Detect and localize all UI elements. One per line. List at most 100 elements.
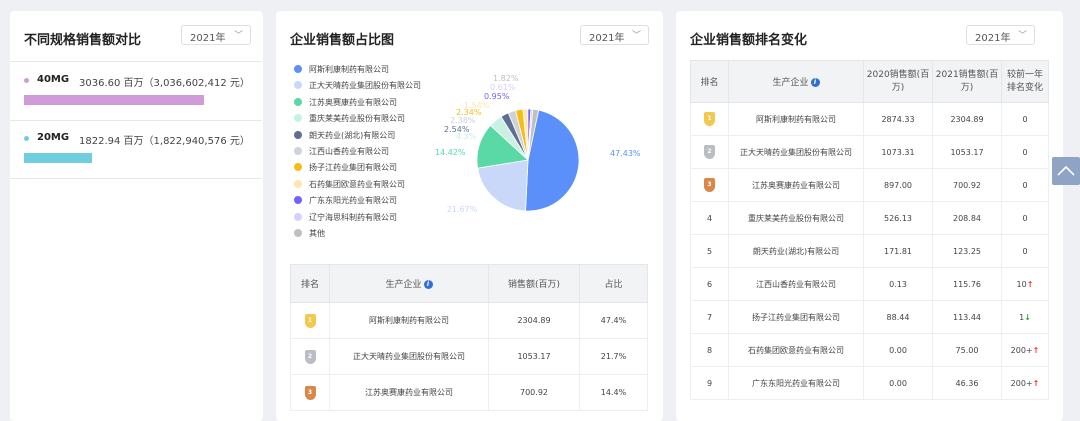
rank-cell: 1: [690, 102, 729, 136]
rank-change-cell: 0: [1001, 168, 1049, 202]
sales-cell: 700.92: [488, 374, 580, 411]
sales-2020-cell: 2874.33: [863, 102, 933, 136]
legend-swatch: [294, 179, 302, 188]
company-cell: 重庆莱美药业股份有限公司: [728, 201, 864, 235]
table-row: 5 朗天药业(湖北)有限公司 171.81 123.25 0: [690, 234, 1049, 268]
rank-cell: 4: [690, 201, 729, 235]
rank-change-cell: 1↓: [1001, 300, 1049, 334]
company-cell: 广东东阳光药业有限公司: [728, 366, 864, 400]
rank-change-cell: 0: [1001, 234, 1049, 268]
rank-cell: 9: [690, 366, 729, 400]
sales-2020-cell: 0.13: [863, 267, 933, 301]
spec-bar: [24, 153, 92, 163]
table-row: 6 江西山香药业有限公司 0.13 115.76 10↑: [690, 267, 1049, 301]
table-row: 7 扬子江药业集团有限公司 88.44 113.44 1↓: [690, 300, 1049, 334]
table-row: 1 阿斯利康制药有限公司 2874.33 2304.89 0: [690, 102, 1049, 136]
rank-down-arrow-icon: ↓: [1024, 312, 1031, 322]
spec-value: 3036.60 百万（3,036,602,412 元）: [79, 78, 250, 89]
year-select-value: 2021年: [190, 33, 226, 44]
spec-comparison-card: 不同规格销售额对比 2021年 ﹀ 40MG 3036.60 百万（3,036,…: [10, 11, 263, 421]
chevron-down-icon: ﹀: [1017, 31, 1027, 41]
legend-label: 正大天晴药业集团股份有限公司: [309, 81, 421, 91]
sales-cell: 2304.89: [488, 302, 580, 339]
sales-2021-cell: 2304.89: [932, 102, 1002, 136]
col-2020-sales: 2020销售额(百万): [863, 60, 933, 103]
legend-label: 其他: [309, 229, 325, 238]
sales-2020-cell: 171.81: [863, 234, 933, 268]
spec-value: 1822.94 百万（1,822,940,576 元）: [79, 136, 250, 147]
col-2021-sales: 2021销售额(百万): [932, 60, 1002, 103]
year-select[interactable]: 2021年 ﹀: [181, 25, 251, 45]
pie-value-label: 21.67%: [447, 205, 478, 214]
year-select-value: 2021年: [975, 33, 1011, 44]
legend-swatch: [294, 229, 302, 237]
legend-label: 江西山香药业有限公司: [309, 147, 389, 156]
sales-2021-cell: 113.44: [932, 300, 1002, 334]
rank-change-cell: 10↑: [1001, 267, 1049, 301]
rank-cell: 2: [690, 135, 729, 169]
silver-medal-icon: 2: [704, 145, 715, 159]
bronze-medal-icon: 3: [704, 178, 715, 192]
table-row: 8 石药集团欧意药业有限公司 0.00 75.00 200+↑: [690, 333, 1049, 367]
col-rank: 排名: [690, 60, 729, 103]
col-sales: 销售额(百万): [488, 264, 580, 303]
spec-row-40mg: 40MG 3036.60 百万（3,036,602,412 元）: [10, 61, 262, 121]
year-select[interactable]: 2021年 ﹀: [966, 25, 1035, 45]
gold-medal-icon: 1: [304, 313, 316, 328]
spec-dot: [24, 78, 29, 83]
pie-chart: 47.43%21.67%14.42%4.3%2.54%2.38%2.34%1.5…: [435, 74, 641, 214]
rank-change-cell: 0: [1001, 135, 1049, 169]
company-cell: 江苏奥赛康药业有限公司: [728, 168, 864, 202]
col-rank: 排名: [290, 264, 330, 303]
rank-change-cell: 200+↑: [1001, 333, 1049, 367]
legend-label: 朗天药业(湖北)有限公司: [309, 130, 396, 140]
rank-change-cell: 200+↑: [1001, 366, 1049, 400]
company-cell: 正大天晴药业集团股份有限公司: [728, 135, 864, 169]
rank-cell: 3: [290, 374, 330, 411]
spec-name: 20MG: [37, 132, 70, 143]
rank-cell: 3: [690, 168, 729, 202]
pie-slice[interactable]: [477, 159, 529, 212]
sales-2021-cell: 46.36: [932, 366, 1002, 400]
year-select-value: 2021年: [589, 33, 625, 44]
ranking-table: 排名 生产企业 i 2020销售额(百万) 2021销售额(百万) 较前一年排名变…: [690, 60, 1049, 400]
col-company: 生产企业 i: [329, 264, 489, 303]
legend-swatch: [294, 130, 302, 139]
legend-label: 辽宁海思科制药有限公司: [309, 212, 397, 222]
legend-label: 重庆莱美药业股份有限公司: [309, 114, 405, 124]
sales-2020-cell: 0.00: [863, 366, 933, 400]
pie-value-label: 0.61%: [490, 83, 516, 92]
company-cell: 扬子江药业集团有限公司: [728, 300, 864, 334]
rank-up-arrow-icon: ↑: [1032, 378, 1040, 388]
pie-value-label: 2.54%: [444, 125, 470, 134]
legend-label: 石药集团欧意药业有限公司: [309, 179, 405, 189]
rank-cell: 5: [690, 234, 729, 268]
rank-change-cell: 0: [1001, 201, 1049, 235]
legend-label: 阿斯利康制药有限公司: [309, 65, 389, 74]
chevron-down-icon: ﹀: [233, 31, 243, 41]
col-rank-change: 较前一年排名变化: [1001, 60, 1049, 103]
back-to-top-button[interactable]: [1052, 157, 1080, 185]
info-icon[interactable]: i: [810, 78, 820, 87]
year-select[interactable]: 2021年 ﹀: [580, 25, 649, 45]
company-cell: 阿斯利康制药有限公司: [329, 302, 489, 339]
legend-label: 江苏奥赛康药业有限公司: [309, 97, 397, 107]
rank-cell: 8: [690, 333, 729, 367]
legend-swatch: [294, 212, 302, 221]
sales-2021-cell: 123.25: [932, 234, 1002, 268]
sales-2021-cell: 75.00: [932, 333, 1002, 367]
pie-value-label: 1.54%: [464, 101, 490, 110]
bronze-medal-icon: 3: [304, 385, 316, 400]
sales-2020-cell: 897.00: [863, 168, 933, 202]
info-icon[interactable]: i: [423, 280, 433, 289]
gold-medal-icon: 1: [704, 112, 715, 126]
rank-up-arrow-icon: ↑: [1026, 279, 1034, 289]
table-row: 9 广东东阳光药业有限公司 0.00 46.36 200+↑: [690, 366, 1049, 400]
table-row: 1 阿斯利康制药有限公司 2304.89 47.4%: [290, 302, 648, 339]
col-share: 占比: [579, 264, 648, 303]
sales-cell: 1053.17: [488, 338, 580, 375]
table-row: 4 重庆莱美药业股份有限公司 526.13 208.84 0: [690, 201, 1049, 235]
rank-cell: 6: [690, 267, 729, 301]
sales-2020-cell: 88.44: [863, 300, 933, 334]
spec-comparison-title: 不同规格销售额对比: [24, 33, 142, 48]
